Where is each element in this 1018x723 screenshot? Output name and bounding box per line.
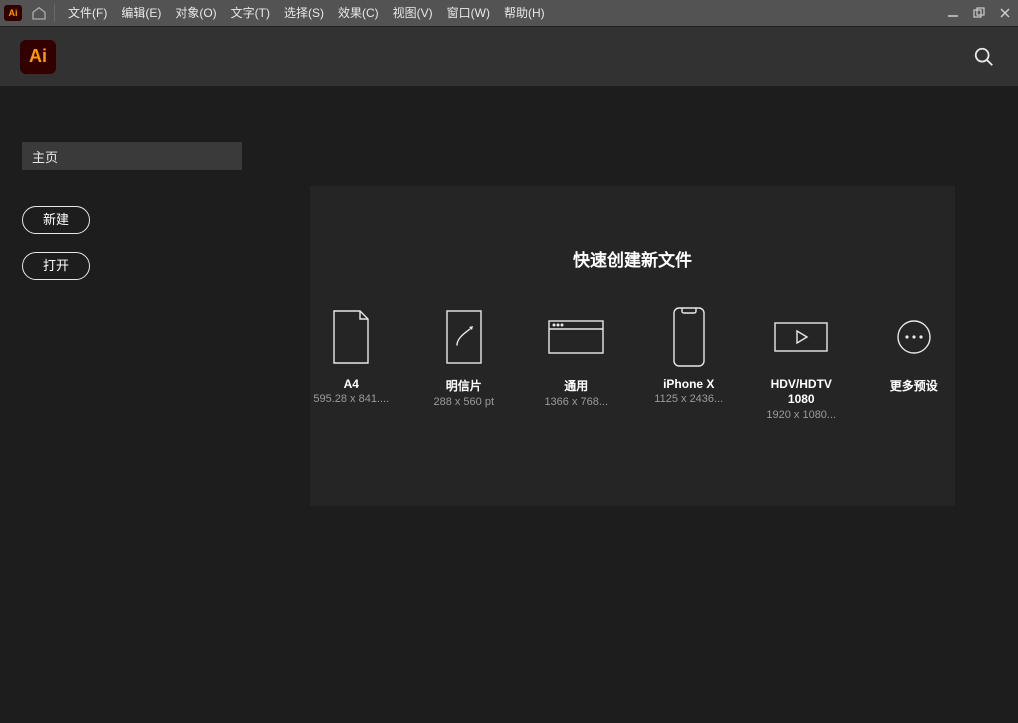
menu-edit[interactable]: 编辑(E) xyxy=(114,0,168,26)
preset-title: 更多预设 xyxy=(873,377,956,394)
menu-object[interactable]: 对象(O) xyxy=(168,0,223,26)
phone-icon xyxy=(648,303,731,371)
minimize-icon[interactable] xyxy=(940,0,966,26)
menu-help[interactable]: 帮助(H) xyxy=(497,0,552,26)
tab-home-label: 主页 xyxy=(32,147,58,166)
home-icon[interactable] xyxy=(26,0,52,26)
preset-sub: 595.28 x 841.... xyxy=(310,393,393,405)
quick-create-panel: 快速创建新文件 A4 595.28 x 841.... xyxy=(310,186,955,506)
preset-title: A4 xyxy=(310,377,393,391)
menu-view[interactable]: 视图(V) xyxy=(386,0,440,26)
menu-separator xyxy=(54,4,55,22)
panel-title: 快速创建新文件 xyxy=(310,246,955,271)
new-button[interactable]: 新建 xyxy=(22,206,90,234)
menu-bar: Ai 文件(F) 编辑(E) 对象(O) 文字(T) 选择(S) 效果(C) 视… xyxy=(0,0,1018,26)
preset-sub: 1366 x 768... xyxy=(535,396,618,408)
preset-iphonex[interactable]: iPhone X 1125 x 2436... xyxy=(648,303,731,421)
search-icon[interactable] xyxy=(970,43,998,71)
preset-a4[interactable]: A4 595.28 x 841.... xyxy=(310,303,393,421)
menu-effect[interactable]: 效果(C) xyxy=(331,0,386,26)
preset-title: HDV/HDTV1080 xyxy=(760,377,843,407)
header-bar: Ai xyxy=(0,26,1018,86)
preset-web[interactable]: 通用 1366 x 768... xyxy=(535,303,618,421)
tab-home[interactable]: 主页 xyxy=(22,142,242,170)
preset-sub: 1125 x 2436... xyxy=(648,393,731,405)
app-logo: Ai xyxy=(20,40,56,74)
preset-sub: 1920 x 1080... xyxy=(760,409,843,421)
preset-more[interactable]: 更多预设 xyxy=(873,303,956,421)
menu-text[interactable]: 文字(T) xyxy=(224,0,277,26)
sidebar-actions: 新建 打开 xyxy=(22,206,242,280)
postcard-icon xyxy=(423,303,506,371)
app-badge-text: Ai xyxy=(4,5,22,21)
preset-sub: 288 x 560 pt xyxy=(423,396,506,408)
preset-title: 明信片 xyxy=(423,377,506,394)
preset-row: A4 595.28 x 841.... 明信片 288 x 560 pt xyxy=(310,303,955,421)
more-icon xyxy=(873,303,956,371)
open-button[interactable]: 打开 xyxy=(22,252,90,280)
menu-file[interactable]: 文件(F) xyxy=(61,0,114,26)
menu-window[interactable]: 窗口(W) xyxy=(440,0,497,26)
menu-select[interactable]: 选择(S) xyxy=(277,0,331,26)
preset-title: 通用 xyxy=(535,377,618,394)
window-controls xyxy=(940,0,1018,26)
maximize-icon[interactable] xyxy=(966,0,992,26)
browser-icon xyxy=(535,303,618,371)
document-icon xyxy=(310,303,393,371)
preset-hdtv[interactable]: HDV/HDTV1080 1920 x 1080... xyxy=(760,303,843,421)
sidebar: 主页 新建 打开 xyxy=(22,142,242,298)
preset-title: iPhone X xyxy=(648,377,731,391)
video-icon xyxy=(760,303,843,371)
preset-postcard[interactable]: 明信片 288 x 560 pt xyxy=(423,303,506,421)
close-icon[interactable] xyxy=(992,0,1018,26)
app-badge-icon: Ai xyxy=(2,3,24,23)
